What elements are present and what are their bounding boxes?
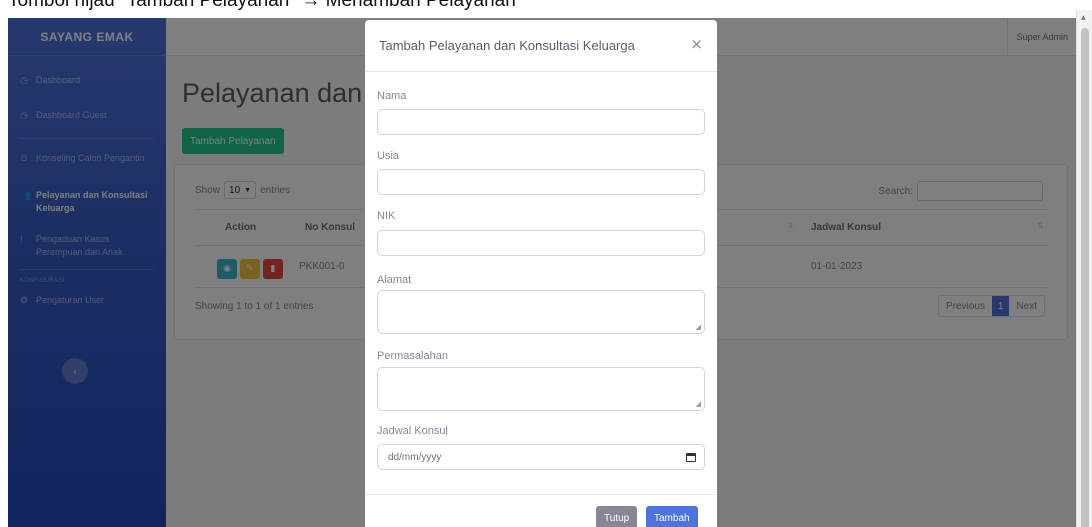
scroll-up-icon[interactable]: ▲ (1081, 14, 1086, 21)
modal-footer-divider (365, 494, 717, 495)
tutup-button[interactable]: Tutup (596, 506, 638, 527)
modal-header: Tambah Pelayanan dan Konsultasi Keluarga… (365, 20, 717, 72)
label-nama: Nama (377, 90, 407, 102)
scrollbar-thumb[interactable] (1081, 28, 1089, 527)
scrollbar[interactable]: ▲ (1076, 10, 1092, 527)
tambah-button[interactable]: Tambah (646, 506, 698, 527)
modal-title: Tambah Pelayanan dan Konsultasi Keluarga (379, 38, 635, 53)
nik-input[interactable] (377, 230, 705, 256)
permasalahan-textarea[interactable]: ◢ (377, 367, 705, 411)
nama-input[interactable] (377, 109, 705, 135)
label-permasalahan: Permasalahan (377, 350, 448, 362)
label-usia: Usia (377, 150, 400, 162)
resize-handle-icon[interactable]: ◢ (696, 400, 701, 408)
resize-handle-icon[interactable]: ◢ (696, 323, 701, 331)
label-jadwal-konsul: Jadwal Konsul (377, 425, 448, 437)
jadwal-konsul-date-input[interactable]: dd/mm/yyyy (377, 444, 705, 470)
alamat-textarea[interactable]: ◢ (377, 290, 705, 334)
usia-input[interactable] (377, 169, 705, 195)
date-placeholder: dd/mm/yyyy (388, 451, 442, 463)
label-alamat: Alamat (377, 274, 412, 286)
caption-text: Tombol hijau "Tambah Pelayanan" → Menamb… (8, 0, 516, 11)
calendar-icon[interactable] (686, 452, 696, 462)
add-pelayanan-modal: Tambah Pelayanan dan Konsultasi Keluarga… (365, 20, 717, 527)
label-nik: NIK (377, 210, 396, 222)
close-icon[interactable]: × (690, 35, 703, 53)
